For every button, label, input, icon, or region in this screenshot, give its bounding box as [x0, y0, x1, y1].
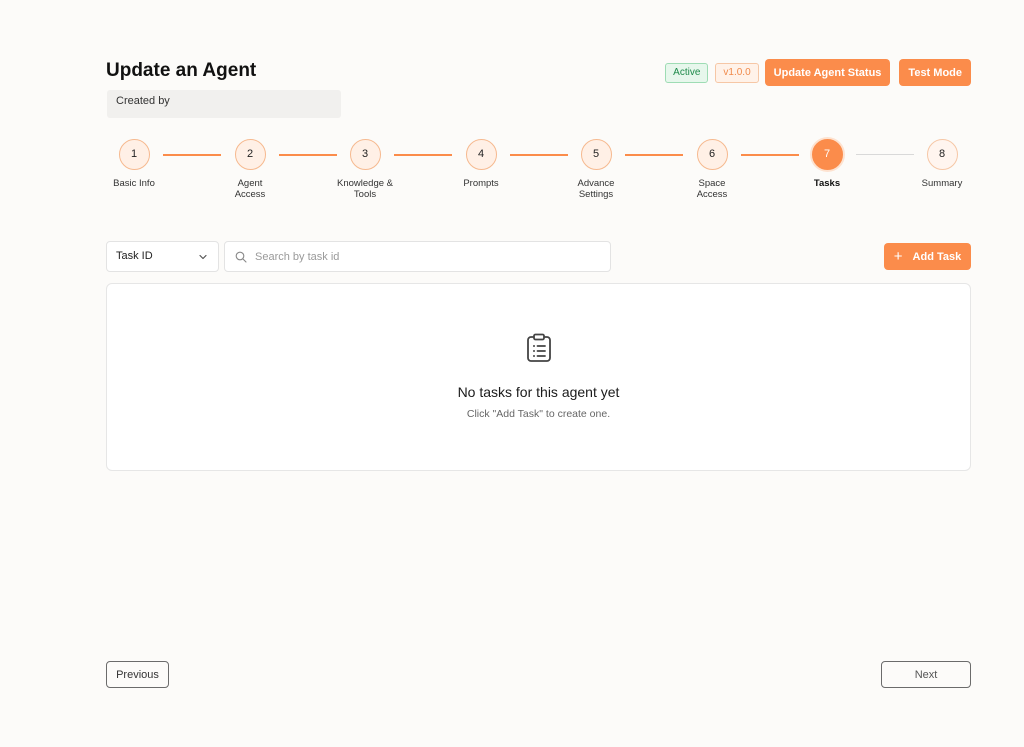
- step-label: Prompts: [463, 178, 499, 189]
- step-number: 3: [349, 139, 381, 170]
- step-connector: [279, 154, 337, 156]
- step-prompts[interactable]: 4 Prompts: [446, 139, 516, 189]
- search-icon: [235, 251, 247, 263]
- plus-icon: +: [893, 248, 903, 265]
- add-task-button[interactable]: + Add Task: [884, 243, 971, 270]
- step-number: 7: [811, 139, 843, 170]
- step-summary[interactable]: 8 Summary: [907, 139, 977, 189]
- step-number: 5: [580, 139, 612, 170]
- version-badge: v1.0.0: [715, 62, 759, 83]
- add-task-label: Add Task: [912, 250, 962, 263]
- step-label: Advance Settings: [577, 178, 615, 200]
- step-basic-info[interactable]: 1 Basic Info: [99, 139, 169, 189]
- filter-select[interactable]: Task ID: [106, 241, 219, 272]
- step-connector: [394, 154, 452, 156]
- update-agent-status-button[interactable]: Update Agent Status: [764, 59, 891, 86]
- clipboard-list-icon: [527, 333, 551, 362]
- step-knowledge-tools[interactable]: 3 Knowledge & Tools: [330, 139, 400, 200]
- step-connector: [625, 154, 683, 156]
- empty-state-subtitle: Click "Add Task" to create one.: [466, 408, 611, 420]
- step-number: 4: [465, 139, 497, 170]
- step-connector: [163, 154, 221, 156]
- test-mode-button[interactable]: Test Mode: [899, 59, 971, 86]
- step-space-access[interactable]: 6 Space Access: [677, 139, 747, 200]
- filter-select-value: Task ID: [116, 250, 153, 262]
- step-label: Tasks: [813, 178, 841, 189]
- step-label: Agent Access: [234, 178, 266, 200]
- step-tasks[interactable]: 7 Tasks: [792, 139, 862, 189]
- step-connector: [510, 154, 568, 156]
- step-connector: [856, 154, 914, 155]
- created-by-field: Created by: [107, 90, 341, 118]
- search-input[interactable]: [255, 248, 595, 266]
- step-advance-settings[interactable]: 5 Advance Settings: [561, 139, 631, 200]
- next-button[interactable]: Next: [881, 661, 971, 688]
- step-number: 6: [696, 139, 728, 170]
- step-number: 2: [234, 139, 266, 170]
- step-label: Knowledge & Tools: [337, 178, 393, 200]
- step-number: 1: [118, 139, 150, 170]
- step-label: Basic Info: [113, 178, 155, 189]
- step-label: Space Access: [696, 178, 728, 200]
- step-connector: [741, 154, 799, 156]
- step-agent-access[interactable]: 2 Agent Access: [215, 139, 285, 200]
- page-title: Update an Agent: [106, 60, 257, 81]
- search-box[interactable]: [224, 241, 611, 272]
- step-label: Summary: [921, 178, 963, 189]
- step-number: 8: [926, 139, 958, 170]
- stepper: 1 Basic Info 2 Agent Access 3 Knowledge …: [106, 139, 972, 209]
- previous-button[interactable]: Previous: [106, 661, 169, 688]
- status-badge: Active: [665, 62, 709, 83]
- header-actions: Active v1.0.0 Update Agent Status Test M…: [665, 59, 971, 86]
- empty-state-title: No tasks for this agent yet: [457, 384, 620, 400]
- tasks-empty-panel: No tasks for this agent yet Click "Add T…: [106, 283, 971, 471]
- chevron-down-icon: [199, 254, 207, 260]
